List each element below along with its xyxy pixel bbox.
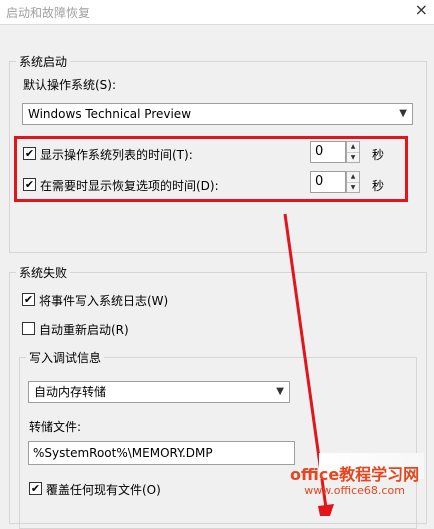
arrow-head — [318, 504, 334, 516]
annotation-arrow — [283, 213, 334, 516]
watermark: office教程学习网 www.office68.com — [290, 466, 419, 498]
watermark-line1: office教程学习网 — [290, 465, 420, 484]
watermark-line2: www.office68.com — [304, 484, 405, 497]
